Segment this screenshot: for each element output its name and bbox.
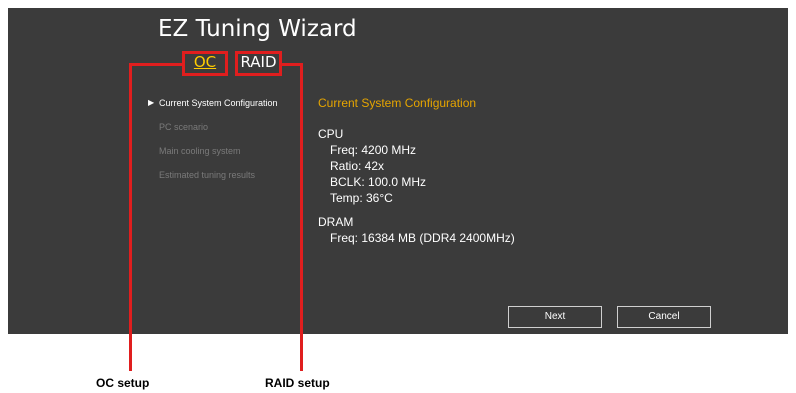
oc-highlight-box bbox=[182, 51, 228, 76]
wizard-steps: ▶ Current System Configuration PC scenar… bbox=[148, 96, 278, 192]
step-main-cooling-system[interactable]: Main cooling system bbox=[148, 144, 278, 168]
oc-setup-caption: OC setup bbox=[96, 376, 150, 390]
cpu-ratio: Ratio: 42x bbox=[330, 159, 385, 173]
dram-info: DRAM Freq: 16384 MB (DDR4 2400MHz) bbox=[318, 214, 515, 246]
step-current-system-configuration[interactable]: ▶ Current System Configuration bbox=[148, 96, 278, 120]
oc-callout-line-v bbox=[129, 63, 132, 371]
cpu-bclk: BCLK: 100.0 MHz bbox=[330, 175, 427, 189]
cpu-freq: Freq: 4200 MHz bbox=[330, 143, 417, 157]
step-label: Estimated tuning results bbox=[159, 170, 256, 180]
step-estimated-tuning-results[interactable]: Estimated tuning results bbox=[148, 168, 278, 192]
cancel-button[interactable]: Cancel bbox=[617, 306, 711, 328]
raid-callout-line-v bbox=[300, 63, 303, 371]
dram-heading: DRAM bbox=[318, 215, 354, 229]
step-label: PC scenario bbox=[159, 122, 209, 132]
step-label: Current System Configuration bbox=[159, 98, 278, 108]
raid-setup-caption: RAID setup bbox=[265, 376, 330, 390]
oc-callout-line-h bbox=[129, 63, 182, 66]
raid-highlight-box bbox=[235, 51, 282, 76]
window-title: EZ Tuning Wizard bbox=[158, 16, 357, 42]
cpu-heading: CPU bbox=[318, 127, 344, 141]
next-button[interactable]: Next bbox=[508, 306, 602, 328]
step-label: Main cooling system bbox=[159, 146, 241, 156]
step-pc-scenario[interactable]: PC scenario bbox=[148, 120, 278, 144]
triangle-right-icon: ▶ bbox=[148, 98, 155, 107]
cpu-temp: Temp: 36°C bbox=[330, 191, 393, 205]
cpu-info: CPU Freq: 4200 MHz Ratio: 42x BCLK: 100.… bbox=[318, 126, 426, 206]
dram-freq: Freq: 16384 MB (DDR4 2400MHz) bbox=[330, 231, 515, 245]
section-title: Current System Configuration bbox=[318, 96, 477, 110]
